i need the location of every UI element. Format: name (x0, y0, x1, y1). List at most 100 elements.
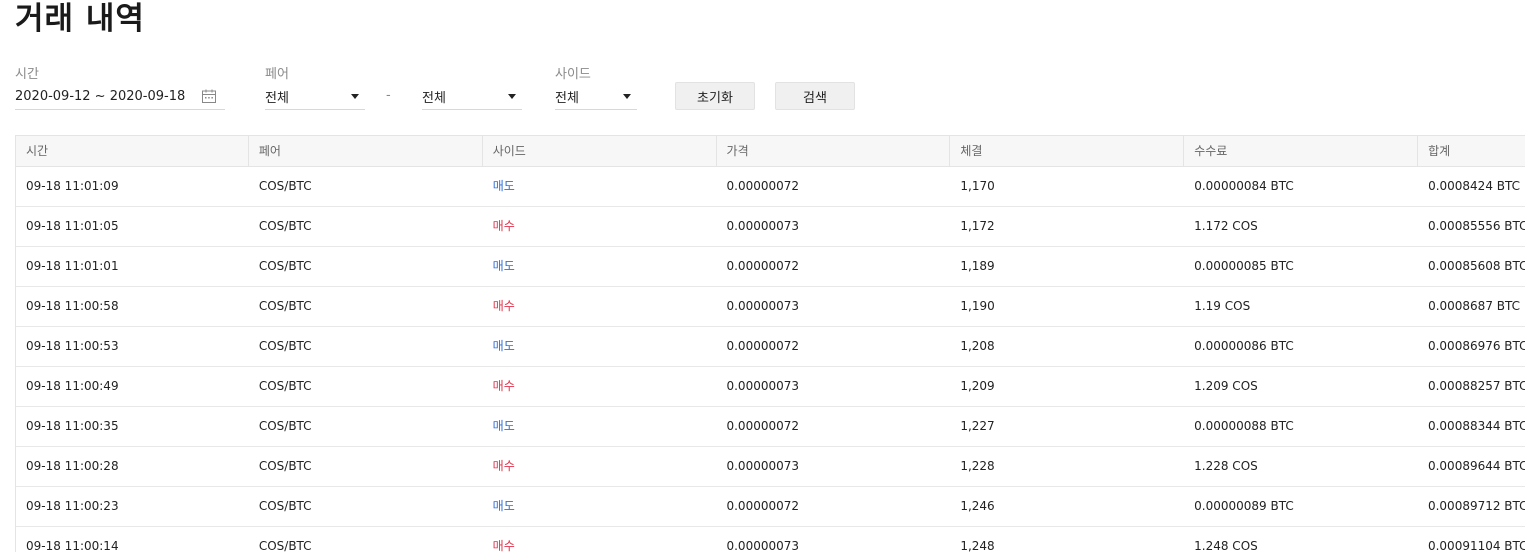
cell-total: 0.00089712 BTC (1427, 499, 1525, 513)
table-row[interactable]: 09-18 11:00:23 COS/BTC 매도 0.00000072 1,246 0.… (16, 487, 1525, 527)
chevron-down-icon (351, 94, 359, 99)
quote-asset-value: 전체 (422, 91, 446, 106)
cell-pair: COS/BTC (258, 299, 312, 313)
cell-time: 09-18 11:01:09 (26, 179, 119, 193)
search-button[interactable]: 검색 (775, 82, 855, 110)
cell-filled: 1,227 (960, 419, 995, 433)
pair-filter-label: 페어 (265, 67, 289, 82)
trade-history-page: 거래 내역 시간 2020-09-12 ~ 2020-09-18 페어 전체 -… (0, 0, 1525, 552)
trade-history-table: 시간 페어 사이드 가격 체결 수수료 합계 09-18 11:01:09 COS… (15, 135, 1525, 552)
cell-price: 0.00000073 (726, 379, 800, 393)
cell-pair: COS/BTC (258, 459, 312, 473)
table-row[interactable]: 09-18 11:01:05 COS/BTC 매수 0.00000073 1,172 1.… (16, 207, 1525, 247)
cell-fee: 1.19 COS (1194, 299, 1251, 313)
cell-pair: COS/BTC (258, 339, 312, 353)
date-range-input[interactable]: 2020-09-12 ~ 2020-09-18 (15, 84, 225, 110)
time-filter-label: 시간 (15, 67, 39, 82)
cell-fee: 0.00000086 BTC (1194, 339, 1294, 353)
cell-filled: 1,209 (960, 379, 995, 393)
side-filter-label: 사이드 (555, 67, 591, 82)
cell-side: 매수 (492, 219, 515, 233)
cell-filled: 1,228 (960, 459, 995, 473)
side-select[interactable]: 전체 (555, 84, 637, 110)
cell-time: 09-18 11:01:01 (26, 259, 119, 273)
cell-total: 0.00085608 BTC (1427, 259, 1525, 273)
cell-fee: 0.00000085 BTC (1194, 259, 1294, 273)
cell-side: 매도 (492, 259, 515, 273)
cell-price: 0.00000072 (726, 179, 800, 193)
column-header-pair[interactable]: 페어 (249, 136, 483, 166)
table-row[interactable]: 09-18 11:01:01 COS/BTC 매도 0.00000072 1,189 0.… (16, 247, 1525, 287)
cell-pair: COS/BTC (258, 379, 312, 393)
cell-pair: COS/BTC (258, 419, 312, 433)
calendar-icon[interactable] (201, 88, 217, 104)
cell-time: 09-18 11:00:23 (26, 499, 119, 513)
cell-side: 매도 (492, 339, 515, 353)
cell-filled: 1,208 (960, 339, 995, 353)
chevron-down-icon (508, 94, 516, 99)
cell-filled: 1,172 (960, 219, 995, 233)
table-header: 시간 페어 사이드 가격 체결 수수료 합계 (16, 136, 1525, 167)
cell-side: 매도 (492, 179, 515, 193)
cell-pair: COS/BTC (258, 539, 312, 552)
cell-filled: 1,248 (960, 539, 995, 552)
cell-pair: COS/BTC (258, 259, 312, 273)
pair-separator: - (386, 88, 391, 103)
cell-fee: 1.172 COS (1194, 219, 1258, 233)
cell-time: 09-18 11:00:35 (26, 419, 119, 433)
cell-price: 0.00000073 (726, 539, 800, 552)
cell-total: 0.00088344 BTC (1427, 419, 1525, 433)
cell-time: 09-18 11:00:53 (26, 339, 119, 353)
cell-side: 매수 (492, 379, 515, 393)
reset-button[interactable]: 초기화 (675, 82, 755, 110)
quote-asset-select[interactable]: 전체 (422, 84, 522, 110)
cell-pair: COS/BTC (258, 179, 312, 193)
cell-side: 매도 (492, 499, 515, 513)
table-row[interactable]: 09-18 11:00:53 COS/BTC 매도 0.00000072 1,208 0.… (16, 327, 1525, 367)
column-header-side[interactable]: 사이드 (483, 136, 717, 166)
cell-side: 매수 (492, 539, 515, 552)
cell-price: 0.00000073 (726, 219, 800, 233)
chevron-down-icon (623, 94, 631, 99)
cell-filled: 1,170 (960, 179, 995, 193)
cell-price: 0.00000072 (726, 419, 800, 433)
cell-pair: COS/BTC (258, 499, 312, 513)
column-header-fee[interactable]: 수수료 (1184, 136, 1419, 166)
column-header-filled[interactable]: 체결 (950, 136, 1185, 166)
column-header-price[interactable]: 가격 (717, 136, 951, 166)
cell-total: 0.00088257 BTC (1427, 379, 1525, 393)
cell-fee: 1.228 COS (1194, 459, 1258, 473)
column-header-total[interactable]: 합계 (1418, 136, 1525, 166)
table-row[interactable]: 09-18 11:00:28 COS/BTC 매수 0.00000073 1,228 1.… (16, 447, 1525, 487)
table-body: 09-18 11:01:09 COS/BTC 매도 0.00000072 1,170 0.… (16, 167, 1525, 552)
cell-time: 09-18 11:00:14 (26, 539, 119, 552)
cell-fee: 1.209 COS (1194, 379, 1258, 393)
cell-fee: 0.00000088 BTC (1194, 419, 1294, 433)
cell-time: 09-18 11:00:49 (26, 379, 119, 393)
date-range-value: 2020-09-12 ~ 2020-09-18 (15, 89, 186, 104)
table-row[interactable]: 09-18 11:00:58 COS/BTC 매수 0.00000073 1,190 1.… (16, 287, 1525, 327)
table-row[interactable]: 09-18 11:01:09 COS/BTC 매도 0.00000072 1,170 0.… (16, 167, 1525, 207)
cell-total: 0.0008687 BTC (1428, 299, 1521, 313)
cell-fee: 1.248 COS (1194, 539, 1258, 552)
base-asset-select[interactable]: 전체 (265, 84, 365, 110)
table-row[interactable]: 09-18 11:00:35 COS/BTC 매도 0.00000072 1,227 0.… (16, 407, 1525, 447)
table-row[interactable]: 09-18 11:00:14 COS/BTC 매수 0.00000073 1,248 1.… (16, 527, 1525, 552)
page-title: 거래 내역 (15, 1, 145, 37)
cell-side: 매도 (492, 419, 515, 433)
column-header-time[interactable]: 시간 (16, 136, 249, 166)
cell-filled: 1,189 (960, 259, 995, 273)
cell-price: 0.00000072 (726, 499, 800, 513)
cell-fee: 0.00000089 BTC (1194, 499, 1294, 513)
cell-filled: 1,190 (960, 299, 995, 313)
cell-filled: 1,246 (960, 499, 995, 513)
cell-total: 0.00089644 BTC (1427, 459, 1525, 473)
cell-side: 매수 (492, 459, 515, 473)
cell-price: 0.00000072 (726, 339, 800, 353)
table-row[interactable]: 09-18 11:00:49 COS/BTC 매수 0.00000073 1,209 1.… (16, 367, 1525, 407)
cell-time: 09-18 11:00:58 (26, 299, 119, 313)
cell-total: 0.00091104 BTC (1427, 539, 1525, 552)
cell-fee: 0.00000084 BTC (1194, 179, 1294, 193)
cell-time: 09-18 11:01:05 (26, 219, 119, 233)
cell-pair: COS/BTC (258, 219, 312, 233)
